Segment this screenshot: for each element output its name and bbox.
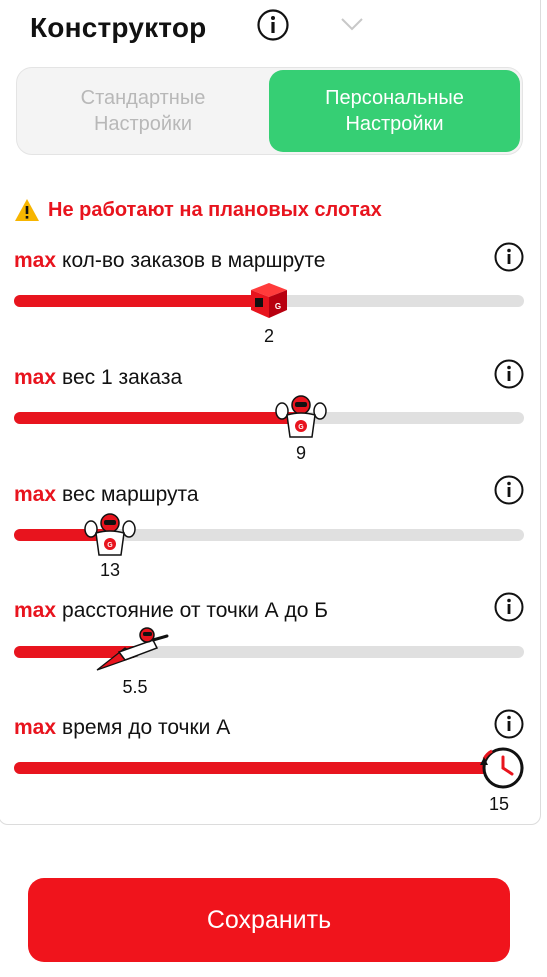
slider-label-distance: max расстояние от точки А до Б [14,599,328,623]
warning-icon [15,199,39,221]
slider-value: 15 [488,794,510,814]
slider-distance-track[interactable] [14,646,524,658]
max-tag: max [14,599,57,622]
save-button[interactable]: Сохранить [28,878,510,962]
slider-label-route-weight: max вес маршрута [14,483,199,507]
svg-text:G: G [298,424,304,431]
slider-value: 2 [263,326,274,346]
settings-toggle: Стандартные Настройки Персональные Настр… [16,67,523,155]
info-icon[interactable] [257,9,289,41]
page-title: Конструктор [30,12,207,43]
slider-fill [14,762,504,774]
flying-hero-icon[interactable] [95,626,171,676]
info-icon[interactable] [494,242,524,272]
slider-value: 5.5 [122,677,148,697]
slider-label-text: кол-во заказов в маршруте [62,249,326,272]
warning-banner: Не работают на плановых слотах [14,198,382,222]
info-icon[interactable] [494,359,524,389]
strongman-icon[interactable]: G [83,511,137,557]
save-button-label: Сохранить [206,905,332,934]
info-icon[interactable] [494,709,524,739]
tab-standard-label: Стандартные Настройки [80,87,206,135]
info-icon[interactable] [494,592,524,622]
header: Конструктор [30,6,206,50]
slider-label-time: max время до точки А [14,716,230,740]
max-tag: max [14,366,57,389]
slider-value: 13 [99,560,121,580]
svg-text:G: G [275,302,281,311]
slider-order-weight-track[interactable] [14,412,524,424]
box-icon[interactable]: G [247,280,291,320]
slider-label-text: вес маршрута [62,483,199,506]
slider-label-text: вес 1 заказа [62,366,183,389]
slider-label-text: время до точки А [62,716,231,739]
stopwatch-icon[interactable] [478,745,526,791]
slider-label-orders: max кол-во заказов в маршруте [14,249,325,273]
max-tag: max [14,249,57,272]
tab-personal-label: Персональные Настройки [325,87,464,135]
chevron-down-icon[interactable] [340,16,364,32]
info-icon[interactable] [494,475,524,505]
slider-value: 9 [295,443,306,463]
strongman-icon[interactable]: G [274,393,328,439]
slider-fill [14,295,259,307]
max-tag: max [14,483,57,506]
warning-text: Не работают на плановых слотах [48,198,382,221]
tab-personal-settings[interactable]: Персональные Настройки [269,70,520,152]
tab-standard-settings[interactable]: Стандартные Настройки [19,70,267,152]
slider-time-track[interactable] [14,762,524,774]
slider-fill [14,412,299,424]
slider-label-text: расстояние от точки А до Б [62,599,329,622]
svg-text:G: G [107,542,113,549]
slider-label-order-weight: max вес 1 заказа [14,366,182,390]
max-tag: max [14,716,57,739]
